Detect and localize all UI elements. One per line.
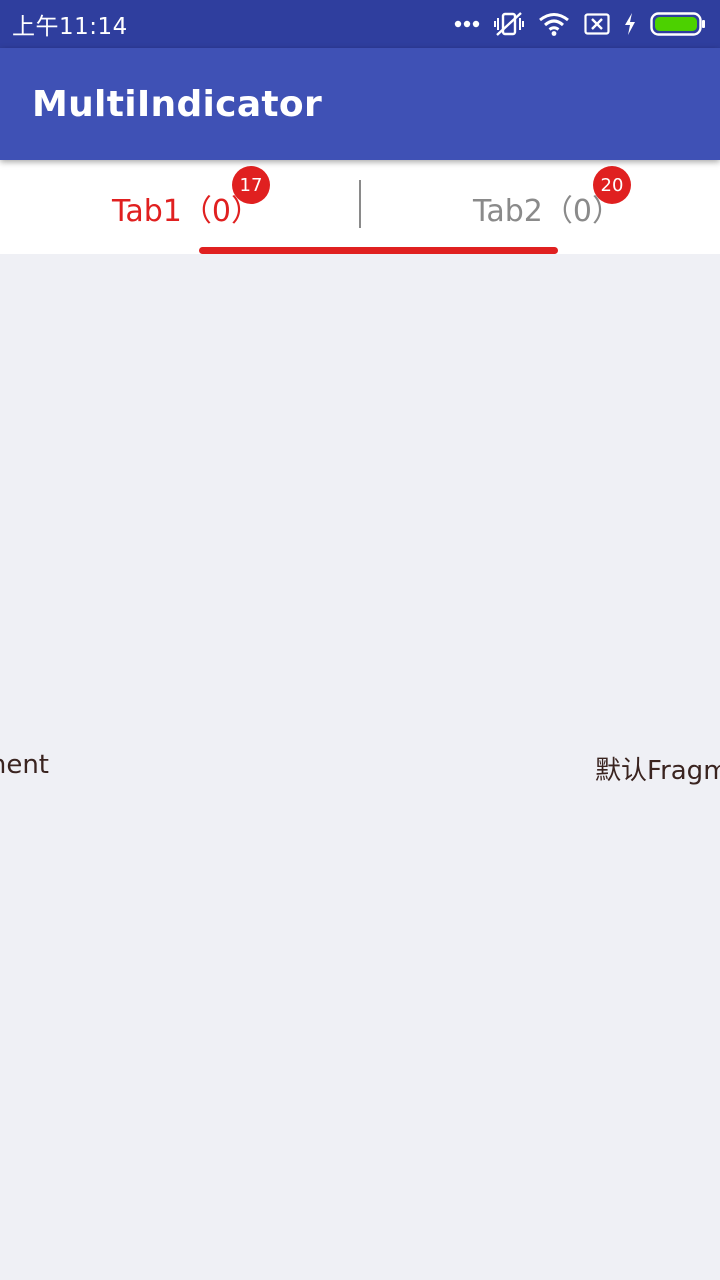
- battery-icon: [650, 12, 706, 36]
- status-bar: 上午11:14: [0, 0, 720, 48]
- charging-icon: [624, 13, 636, 35]
- tab-1[interactable]: Tab1（0） 17: [0, 160, 360, 254]
- right-fragment-text: 默认Fragm: [595, 756, 720, 786]
- status-icons: [454, 11, 706, 37]
- app-bar: MultiIndicator: [0, 48, 720, 160]
- wifi-icon: [538, 12, 570, 36]
- vibrate-off-icon: [494, 11, 524, 37]
- status-time: 上午11:14: [12, 14, 128, 40]
- left-fragment-text: ment: [0, 750, 49, 780]
- tab-2-badge: 20: [593, 166, 631, 204]
- tab-bar: Tab1（0） 17 Tab2（0） 20: [0, 160, 720, 254]
- no-sim-icon: [584, 13, 610, 35]
- more-dots-icon: [454, 20, 480, 28]
- tab-1-badge: 17: [232, 166, 270, 204]
- app-title: MultiIndicator: [32, 84, 323, 125]
- tab-2[interactable]: Tab2（0） 20: [360, 160, 720, 254]
- tab-indicator: [199, 247, 558, 254]
- fragment-pager[interactable]: ment 默认Fragm: [0, 254, 720, 1280]
